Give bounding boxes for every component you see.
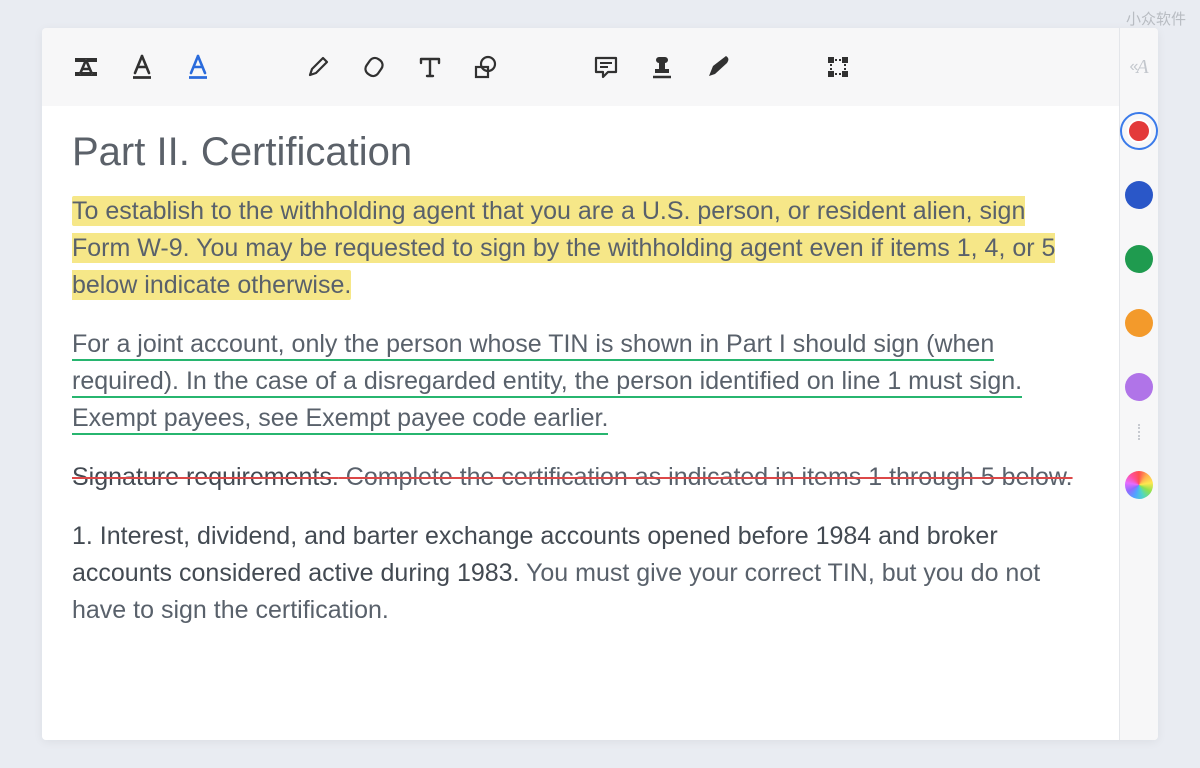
swatch-dot (1125, 181, 1153, 209)
shape-icon[interactable] (460, 41, 512, 93)
font-glyph-icon: A (1136, 56, 1148, 79)
text-insert-icon[interactable] (404, 41, 456, 93)
doc-paragraph-strikeout: Signature requirements. Complete the cer… (72, 459, 1089, 496)
doc-paragraph-highlighted: To establish to the withholding agent th… (72, 193, 1089, 304)
color-swatch-blue[interactable] (1120, 176, 1158, 214)
doc-paragraph-underlined: For a joint account, only the person who… (72, 326, 1089, 437)
signature-icon[interactable] (692, 41, 744, 93)
note-icon[interactable] (580, 41, 632, 93)
watermark-label: 小众软件 (1126, 8, 1186, 29)
strike-span-a[interactable]: Signature requirements. (72, 463, 339, 491)
swatch-dot (1125, 245, 1153, 273)
underline-color-icon[interactable] (172, 41, 224, 93)
swatch-dot (1125, 309, 1153, 337)
swatch-dot (1127, 119, 1151, 143)
swatch-dot (1125, 373, 1153, 401)
color-side-panel: « A (1119, 28, 1158, 740)
doc-paragraph-plain: 1. Interest, dividend, and barter exchan… (72, 518, 1089, 629)
color-swatch-red[interactable] (1120, 112, 1158, 150)
swatch-dot-gradient (1125, 471, 1153, 499)
highlight-span[interactable]: To establish to the withholding agent th… (72, 196, 1055, 300)
stamp-icon[interactable] (636, 41, 688, 93)
underline-span[interactable]: For a joint account, only the person who… (72, 330, 1022, 435)
underline-icon[interactable] (116, 41, 168, 93)
color-swatch-custom[interactable] (1120, 466, 1158, 504)
text-style-group (60, 41, 224, 93)
comment-group (580, 41, 744, 93)
color-swatch-purple[interactable] (1120, 368, 1158, 406)
chevron-left-icon: « (1129, 58, 1134, 76)
text-style-icon[interactable] (60, 41, 112, 93)
color-swatch-list (1120, 112, 1158, 504)
annotation-toolbar (42, 28, 1119, 106)
swatch-divider (1138, 424, 1140, 440)
side-panel-toggle[interactable]: « A (1129, 28, 1148, 106)
pencil-icon[interactable] (292, 41, 344, 93)
app-window: Part II. Certification To establish to t… (42, 28, 1158, 740)
doc-heading: Part II. Certification (72, 130, 1089, 175)
document-view: Part II. Certification To establish to t… (42, 106, 1119, 740)
eraser-icon[interactable] (348, 41, 400, 93)
color-swatch-green[interactable] (1120, 240, 1158, 278)
main-panel: Part II. Certification To establish to t… (42, 28, 1119, 740)
strike-span-b[interactable]: Complete the certification as indicated … (339, 463, 1073, 491)
color-swatch-orange[interactable] (1120, 304, 1158, 342)
draw-group (292, 41, 512, 93)
select-area-icon[interactable] (812, 41, 864, 93)
